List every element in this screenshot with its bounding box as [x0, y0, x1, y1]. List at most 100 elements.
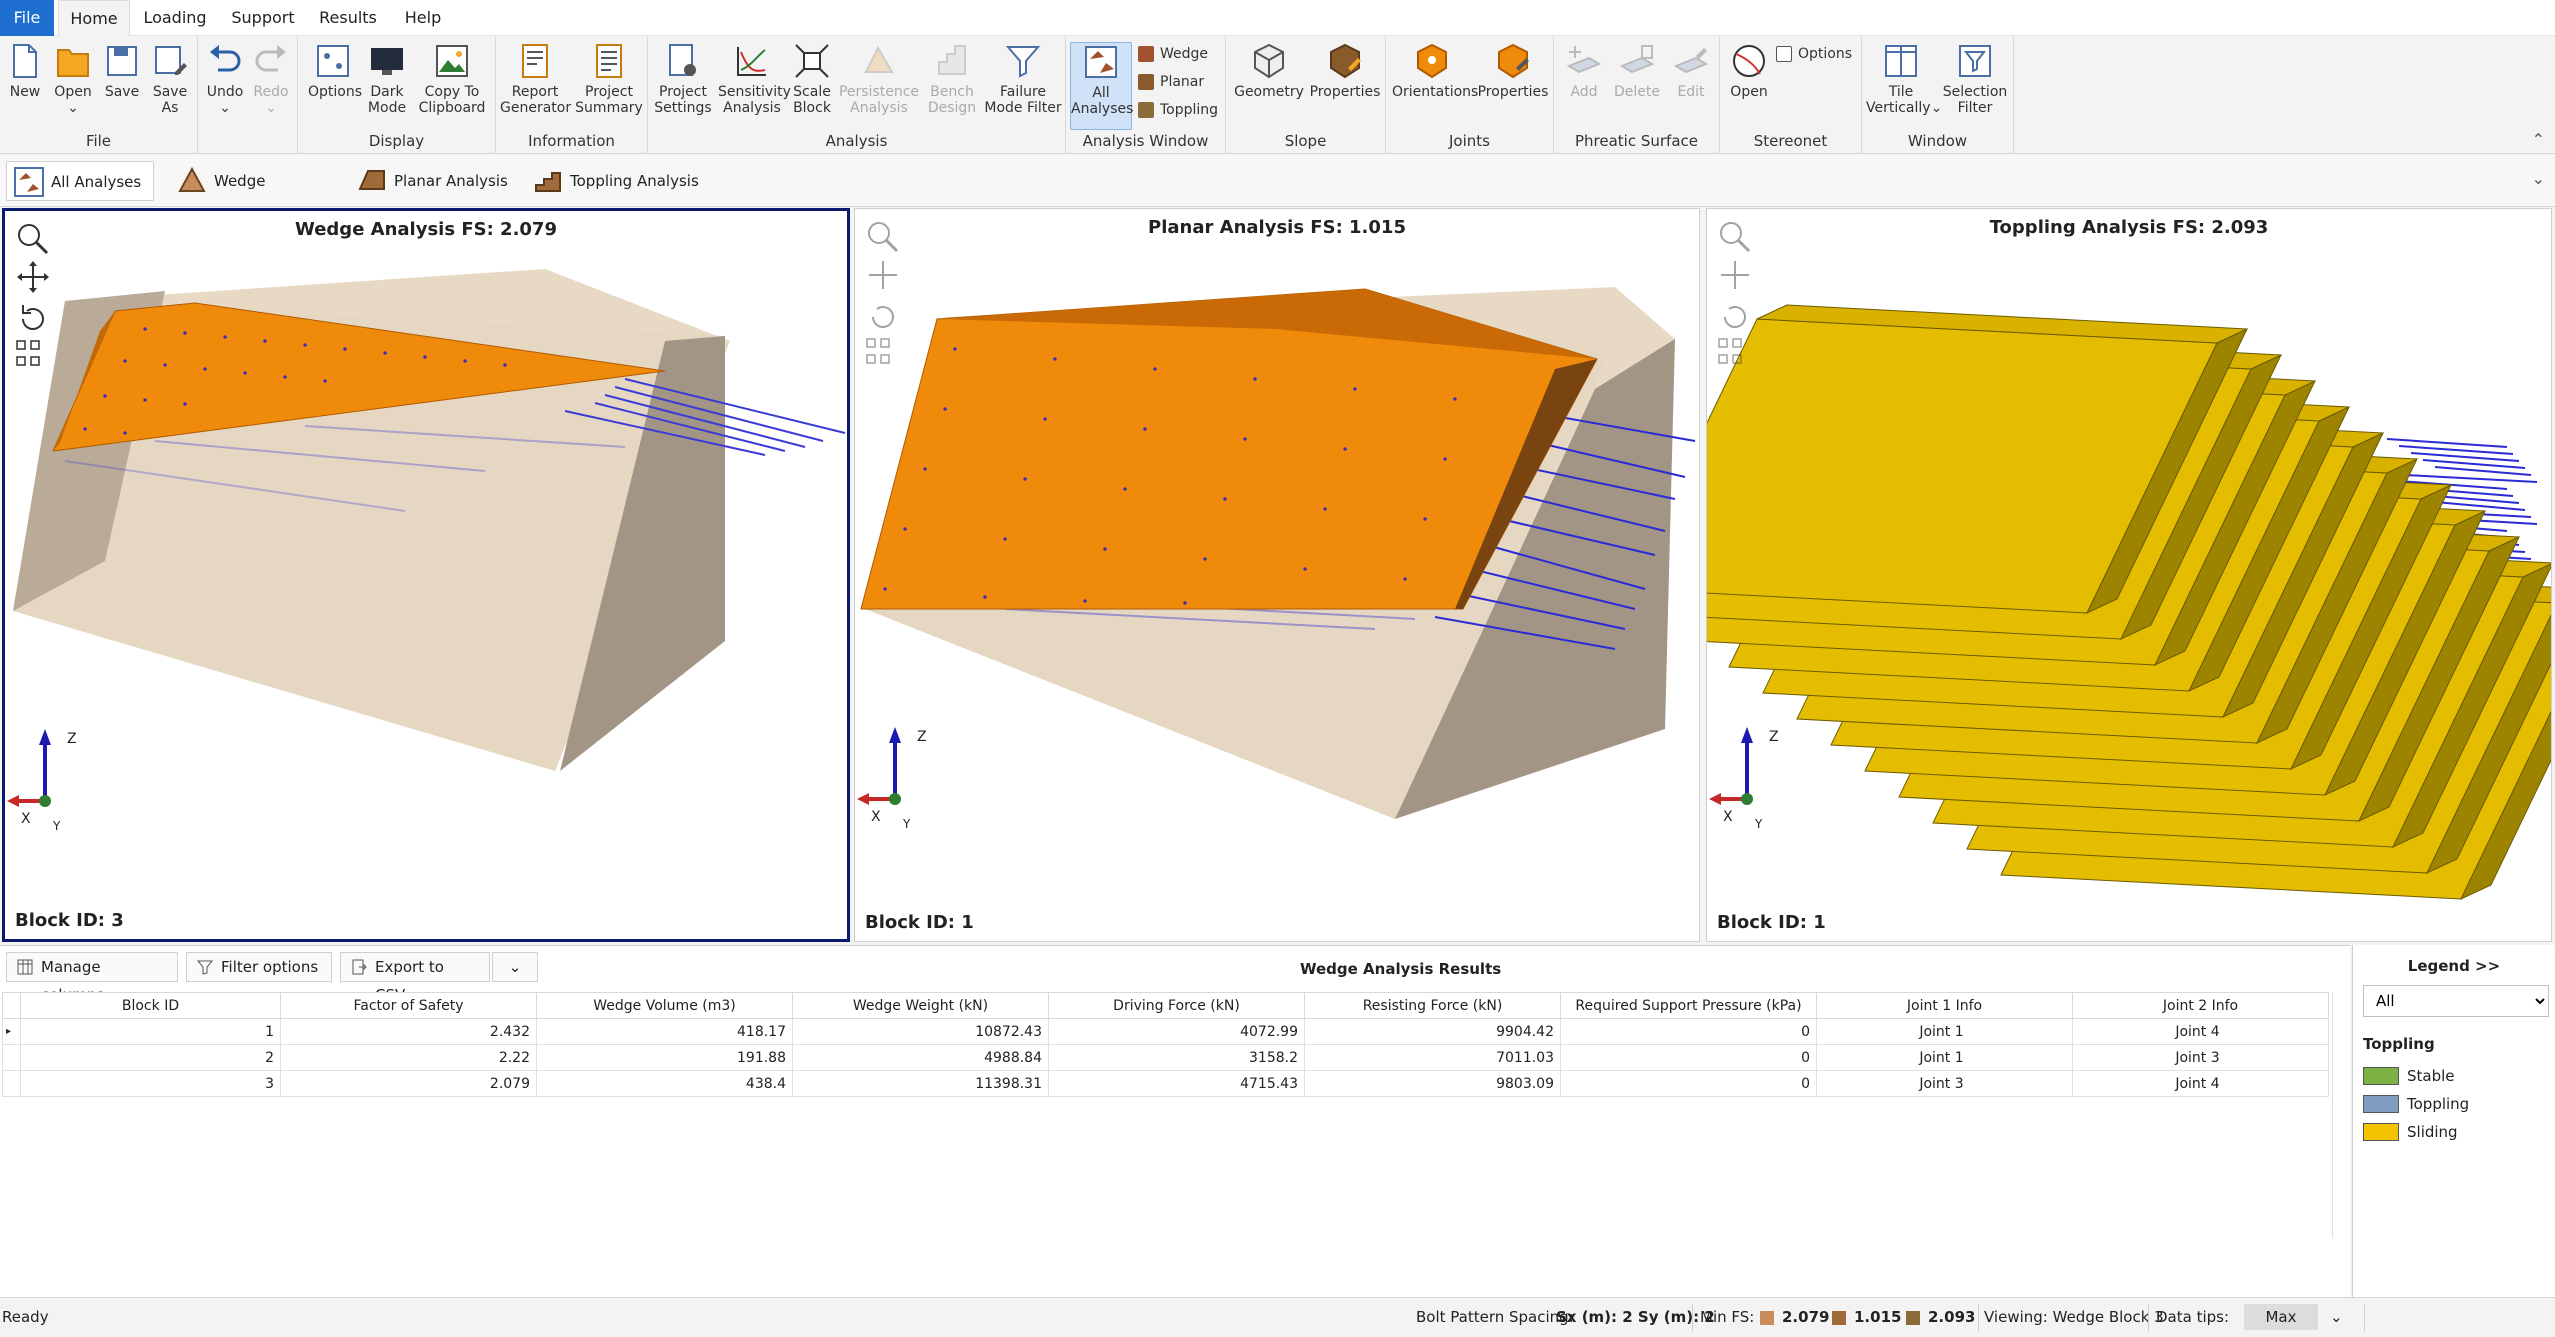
table-row[interactable]: 3 2.079 438.4 11398.31 4715.43 9803.09 0 Joint …: [2, 1070, 2329, 1097]
tab-planar-analysis[interactable]: Planar Analysis: [350, 161, 510, 201]
zoom-extents-icon[interactable]: [16, 340, 40, 366]
column-header[interactable]: Wedge Weight (kN): [792, 992, 1049, 1019]
wedge-small-icon: [1760, 1311, 1774, 1325]
zoom-extents-icon[interactable]: [866, 338, 890, 364]
stereonet-options-button[interactable]: Options: [1776, 42, 1852, 66]
failure-mode-filter-button[interactable]: Failure Mode Filter: [984, 42, 1062, 116]
pan-icon[interactable]: [17, 261, 49, 293]
menu-loading[interactable]: Loading: [138, 0, 212, 36]
menu-file[interactable]: File: [0, 0, 54, 36]
geometry-button[interactable]: Geometry: [1234, 42, 1304, 100]
viewport-toppling[interactable]: Z X Y Toppling Analysis FS: 2.093 Block …: [1706, 208, 2552, 942]
table-cell: 1: [20, 1018, 281, 1045]
bench-design-button[interactable]: Bench Design: [924, 42, 980, 116]
column-header[interactable]: Block ID: [20, 992, 281, 1019]
persistence-analysis-button[interactable]: Persistence Analysis: [838, 42, 920, 116]
rotate-icon[interactable]: [872, 306, 894, 328]
legend-swatch: [2363, 1067, 2399, 1085]
data-tips-select[interactable]: Max: [2244, 1304, 2318, 1330]
options-button[interactable]: Options: [308, 42, 362, 100]
project-settings-button[interactable]: Project Settings: [652, 42, 714, 116]
selection-filter-button[interactable]: Selection Filter: [1940, 42, 2010, 116]
pan-icon[interactable]: [869, 261, 897, 289]
save-as-button[interactable]: Save As: [148, 42, 192, 116]
save-as-icon: [155, 46, 187, 75]
copy-clipboard-button[interactable]: Copy To Clipboard: [416, 42, 488, 116]
viewport-wedge[interactable]: Z X Y Wedge Analysis FS: 2.079 Block ID:…: [2, 208, 850, 942]
menu-results[interactable]: Results: [312, 0, 384, 36]
tab-toppling-analysis[interactable]: Toppling Analysis: [526, 161, 702, 201]
column-header[interactable]: Required Support Pressure (kPa): [1560, 992, 1817, 1019]
psettings-label-1: Project: [659, 84, 707, 100]
results-scrollbar[interactable]: [2332, 992, 2348, 1238]
legend-header[interactable]: Legend >>: [2353, 957, 2555, 975]
open-button[interactable]: Open ⌄: [50, 42, 96, 116]
orientations-button[interactable]: Orientations: [1392, 42, 1478, 100]
wedge-z-label: Z: [67, 731, 77, 747]
project-summary-button[interactable]: Project Summary: [574, 42, 644, 116]
group-display: Options Dark Mode Copy To Clipboard Displa…: [298, 36, 496, 154]
add-phreatic-button[interactable]: Add: [1562, 42, 1606, 100]
wedge-3d-scene[interactable]: [5, 211, 847, 939]
table-cell: 191.88: [536, 1044, 793, 1071]
menu-help[interactable]: Help: [398, 0, 448, 36]
viewport-planar[interactable]: Z X Y Planar Analysis FS: 1.015 Block ID…: [854, 208, 1700, 942]
delete-phreatic-button[interactable]: Delete: [1610, 42, 1664, 100]
all-analyses-button[interactable]: All Analyses: [1070, 42, 1133, 130]
tab-all-analyses[interactable]: All Analyses: [6, 161, 154, 201]
zoom-extents-icon[interactable]: [1718, 338, 1742, 364]
menu-support[interactable]: Support: [228, 0, 298, 36]
tabs-overflow-chevron-icon[interactable]: ⌄: [2532, 169, 2545, 188]
copy-label-1: Copy To: [424, 84, 480, 100]
collapse-ribbon-icon[interactable]: ⌃: [2532, 130, 2545, 149]
column-header[interactable]: Driving Force (kN): [1048, 992, 1305, 1019]
legend-label: Toppling: [2407, 1095, 2470, 1113]
column-header[interactable]: Factor of Safety: [280, 992, 537, 1019]
rotate-icon[interactable]: [22, 305, 44, 330]
column-header[interactable]: Resisting Force (kN): [1304, 992, 1561, 1019]
tile-vertically-button[interactable]: Tile Vertically⌄: [1866, 42, 1942, 116]
data-tips-chevron-icon[interactable]: ⌄: [2330, 1308, 2343, 1326]
new-button[interactable]: New: [4, 42, 46, 100]
table-row[interactable]: 2 2.22 191.88 4988.84 3158.2 7011.03 0 Joint 1J…: [2, 1044, 2329, 1071]
joint-properties-button[interactable]: Properties: [1476, 42, 1550, 100]
legend-filter-select[interactable]: All: [2363, 985, 2549, 1017]
pan-icon[interactable]: [1721, 261, 1749, 289]
edit-phreatic-button[interactable]: Edit: [1668, 42, 1714, 100]
group-label-joints: Joints: [1449, 132, 1490, 150]
wedge-window-button[interactable]: Wedge: [1138, 42, 1208, 66]
sensitivity-analysis-button[interactable]: Sensitivity Analysis: [718, 42, 791, 116]
report-generator-button[interactable]: Report Generator: [500, 42, 571, 116]
legend-item: Sliding: [2363, 1121, 2458, 1143]
persist-label-2: Analysis: [850, 100, 908, 116]
tab-wedge-analysis[interactable]: Wedge Analysis: [170, 161, 330, 230]
rotate-icon[interactable]: [1724, 306, 1746, 328]
funnel-icon: [1005, 46, 1041, 78]
planar-tab-icon: [358, 170, 385, 190]
save-button[interactable]: Save: [100, 42, 144, 100]
toppling-window-button[interactable]: Toppling: [1138, 98, 1218, 122]
status-separator: [1692, 1304, 1693, 1332]
menu-home[interactable]: Home: [58, 0, 130, 37]
planar-window-button[interactable]: Planar: [1138, 70, 1204, 94]
tab-all-label: All Analyses: [51, 173, 142, 191]
redo-button[interactable]: Redo ⌄: [250, 42, 292, 116]
stereonet-open-button[interactable]: Open: [1724, 42, 1774, 100]
column-header[interactable]: Wedge Volume (m3): [536, 992, 793, 1019]
column-header[interactable]: Joint 1 Info: [1816, 992, 2073, 1019]
add-label: Add: [1570, 84, 1598, 100]
planar-y-label: Y: [903, 817, 911, 831]
table-row[interactable]: ▸ 1 2.432 418.17 10872.43 4072.99 9904.42 0 Join…: [2, 1018, 2329, 1045]
results-title: Wedge Analysis Results: [1300, 960, 1502, 978]
export-csv-button[interactable]: Export to CSV...: [340, 952, 490, 1004]
scale-block-button[interactable]: Scale Block: [790, 42, 834, 116]
filter-options-button[interactable]: Filter options: [186, 952, 332, 982]
results-table: Block ID Factor of Safety Wedge Volume (m3…: [2, 992, 2329, 1097]
column-header[interactable]: Joint 2 Info: [2072, 992, 2329, 1019]
undo-button[interactable]: Undo ⌄: [204, 42, 246, 116]
export-dropdown-button[interactable]: ⌄: [492, 952, 538, 982]
manage-columns-button[interactable]: Manage columns: [6, 952, 178, 1004]
stereonet-icon: [1733, 45, 1765, 77]
dark-mode-button[interactable]: Dark Mode: [364, 42, 410, 116]
slope-properties-button[interactable]: Properties: [1308, 42, 1382, 100]
